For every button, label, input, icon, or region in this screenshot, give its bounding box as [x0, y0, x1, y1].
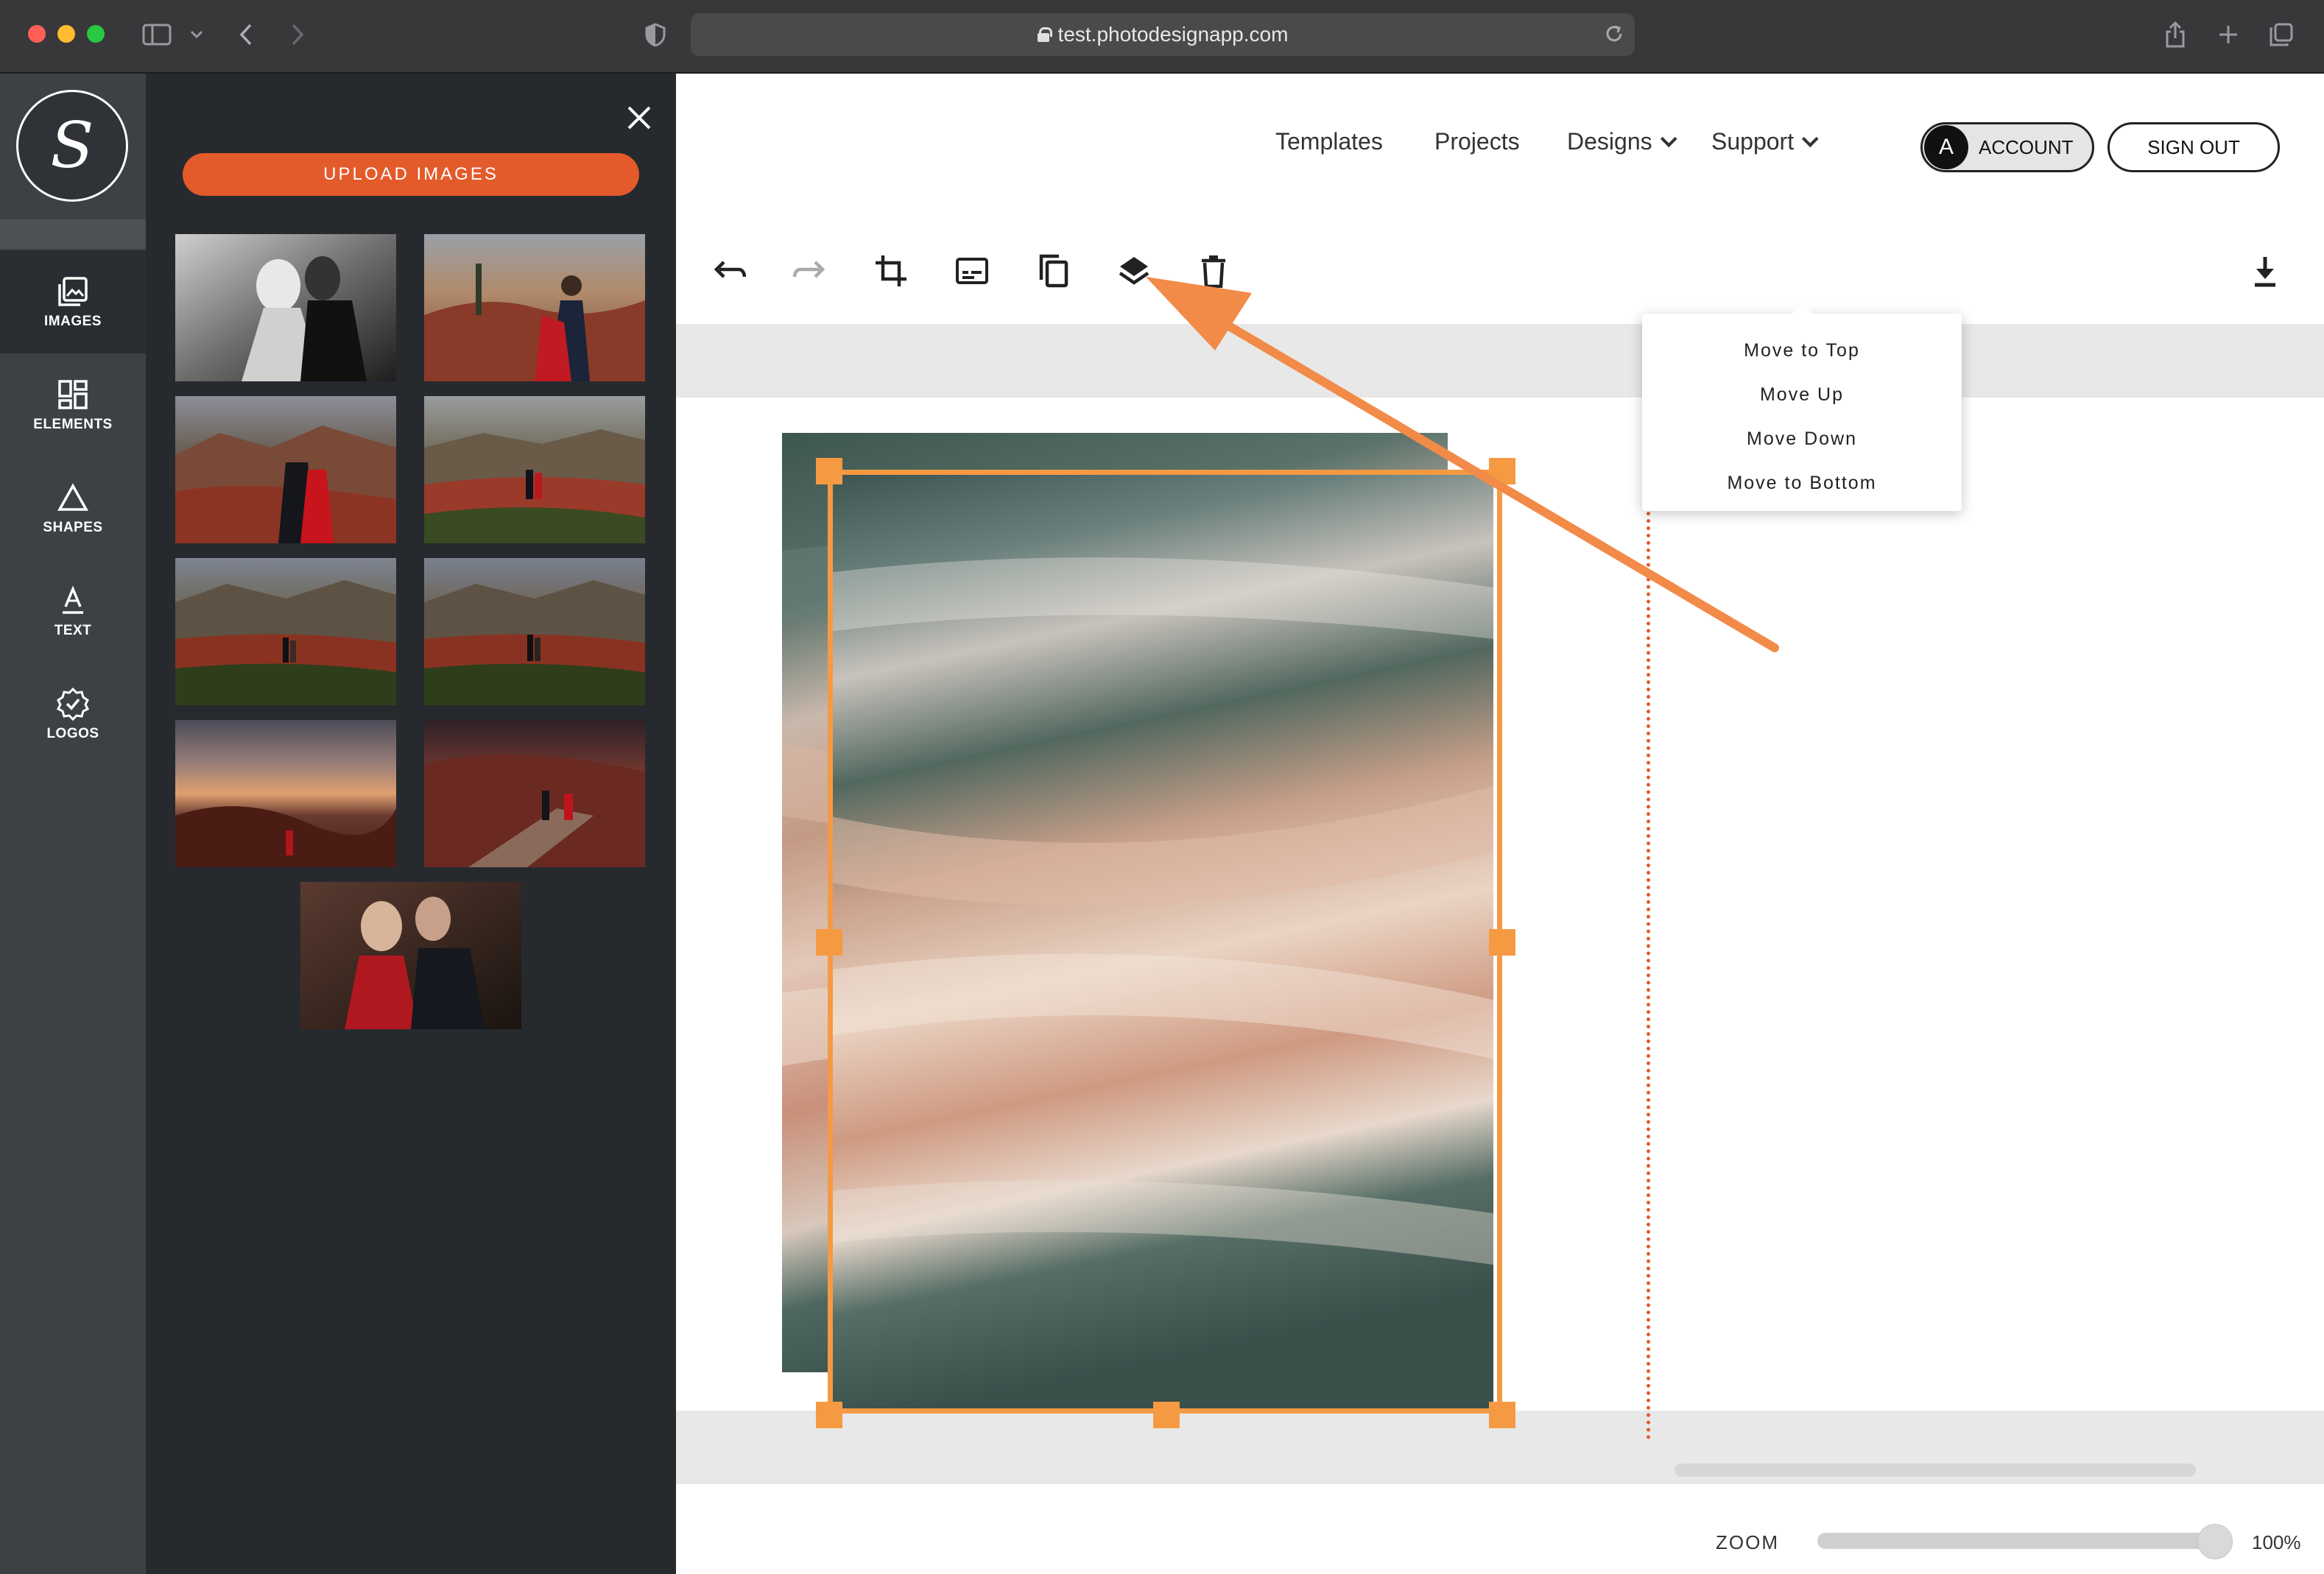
rail-label: SHAPES: [43, 520, 103, 535]
sign-out-button[interactable]: SIGN OUT: [2108, 122, 2280, 172]
image-thumbnail[interactable]: [424, 558, 645, 705]
zoom-slider-knob[interactable]: [2197, 1524, 2233, 1559]
image-icon: [57, 274, 89, 309]
forward-icon[interactable]: [283, 16, 312, 53]
tab-overview-icon[interactable]: [2265, 16, 2297, 53]
nav-label: Templates: [1275, 128, 1383, 155]
logo-mark: S: [50, 109, 94, 183]
text-icon: [57, 583, 89, 618]
undo-icon[interactable]: [707, 249, 751, 293]
browser-toolbar: test.photodesignapp.com: [0, 0, 2324, 74]
account-label: ACCOUNT: [1979, 135, 2074, 158]
center-guide: [1647, 365, 1650, 1440]
crop-icon[interactable]: [869, 249, 913, 293]
app-logo[interactable]: S: [16, 90, 128, 202]
rail-divider: [0, 219, 146, 249]
resize-handle[interactable]: [816, 458, 842, 484]
menu-item-move-to-top[interactable]: Move to Top: [1642, 328, 1962, 373]
delete-icon[interactable]: [1191, 249, 1236, 293]
maximize-window-button[interactable]: [87, 25, 105, 43]
resize-handle[interactable]: [1489, 929, 1515, 956]
badge-icon: [56, 686, 90, 721]
resize-handle[interactable]: [1153, 1402, 1180, 1428]
image-thumbnail[interactable]: [175, 720, 396, 867]
images-panel: UPLOAD IMAGES: [146, 74, 676, 1574]
horizontal-scrollbar[interactable]: [1675, 1464, 2196, 1477]
rail-label: LOGOS: [46, 726, 99, 741]
zoom-slider[interactable]: [1817, 1533, 2215, 1549]
caption-icon[interactable]: [950, 249, 994, 293]
nav-designs[interactable]: Designs: [1567, 128, 1677, 155]
resize-handle[interactable]: [816, 929, 842, 956]
canvas-margin-top: [676, 324, 2324, 398]
account-button[interactable]: A ACCOUNT: [1920, 122, 2094, 172]
image-thumbnail[interactable]: [300, 882, 521, 1029]
rail-item-elements[interactable]: ELEMENTS: [0, 353, 146, 456]
duplicate-icon[interactable]: [1031, 249, 1075, 293]
rail-label: ELEMENTS: [33, 417, 113, 432]
layers-menu: Move to Top Move Up Move Down Move to Bo…: [1642, 303, 1962, 511]
close-icon[interactable]: [622, 103, 657, 138]
menu-item-move-down[interactable]: Move Down: [1642, 417, 1962, 461]
share-icon[interactable]: [2159, 16, 2191, 53]
tool-rail: S IMAGES ELEMENTS SHAPES TEXT LOGOS: [0, 74, 146, 1574]
redo-icon[interactable]: [788, 249, 832, 293]
triangle-icon: [57, 480, 89, 515]
editor-area: Templates Projects Designs Support A ACC…: [676, 74, 2324, 1574]
resize-handle[interactable]: [1489, 1402, 1515, 1428]
resize-handle[interactable]: [816, 1402, 842, 1428]
rail-item-text[interactable]: TEXT: [0, 560, 146, 663]
lock-icon: [1037, 27, 1052, 42]
image-thumbnail[interactable]: [175, 558, 396, 705]
nav-templates[interactable]: Templates: [1275, 128, 1383, 155]
close-window-button[interactable]: [28, 25, 46, 43]
download-icon[interactable]: [2243, 249, 2287, 293]
upload-images-button[interactable]: UPLOAD IMAGES: [183, 153, 639, 196]
resize-handle[interactable]: [1489, 458, 1515, 484]
rail-label: TEXT: [54, 623, 92, 638]
layers-icon[interactable]: [1112, 249, 1156, 293]
image-thumbnail[interactable]: [175, 396, 396, 543]
address-bar[interactable]: test.photodesignapp.com: [691, 13, 1635, 56]
rail-item-shapes[interactable]: SHAPES: [0, 456, 146, 560]
privacy-shield-icon[interactable]: [641, 16, 670, 53]
zoom-value: 100%: [2252, 1531, 2301, 1553]
elements-icon: [57, 377, 89, 412]
menu-item-move-to-bottom[interactable]: Move to Bottom: [1642, 461, 1962, 505]
rail-label: IMAGES: [44, 314, 102, 329]
chevron-down-icon[interactable]: [186, 16, 208, 53]
image-thumbnail[interactable]: [424, 720, 645, 867]
menu-item-move-up[interactable]: Move Up: [1642, 373, 1962, 417]
chevron-down-icon: [1660, 130, 1677, 147]
sidebar-toggle-icon[interactable]: [140, 16, 174, 53]
nav-projects[interactable]: Projects: [1434, 128, 1520, 155]
back-icon[interactable]: [231, 16, 261, 53]
rail-item-logos[interactable]: LOGOS: [0, 663, 146, 766]
image-thumbnail[interactable]: [424, 234, 645, 381]
nav-label: Support: [1711, 128, 1795, 155]
nav-label: Projects: [1434, 128, 1520, 155]
rail-item-images[interactable]: IMAGES: [0, 250, 146, 353]
chevron-down-icon: [1802, 130, 1819, 147]
avatar: A: [1924, 125, 1968, 169]
nav-support[interactable]: Support: [1711, 128, 1819, 155]
image-thumbnail[interactable]: [175, 234, 396, 381]
image-thumbnail[interactable]: [424, 396, 645, 543]
new-tab-icon[interactable]: [2212, 16, 2244, 53]
minimize-window-button[interactable]: [57, 25, 75, 43]
zoom-label: ZOOM: [1716, 1531, 1779, 1553]
nav-label: Designs: [1567, 128, 1652, 155]
selection-frame: [828, 470, 1502, 1414]
reload-icon[interactable]: [1604, 24, 1624, 49]
url-text: test.photodesignapp.com: [1057, 23, 1289, 46]
